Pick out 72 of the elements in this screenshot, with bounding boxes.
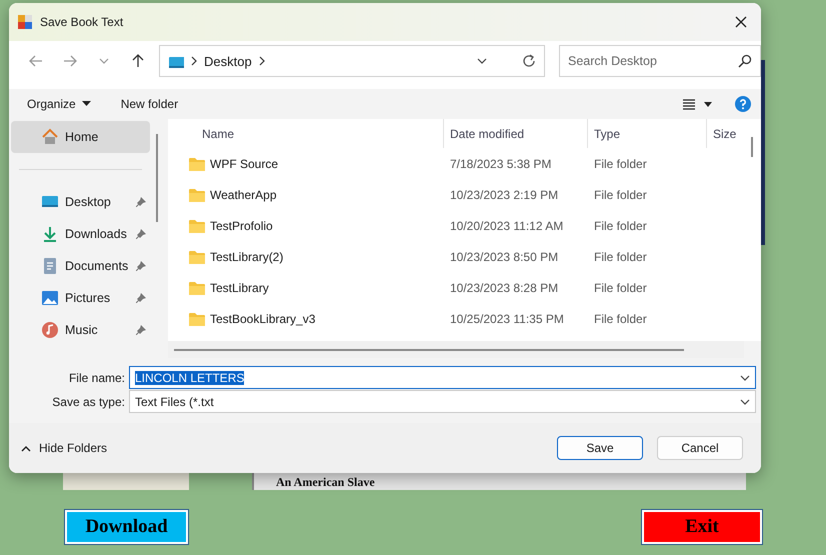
folder-icon [189,188,205,202]
search-icon [738,54,752,68]
date-modified-cell-text: 7/18/2023 5:38 PM [449,156,552,170]
column-header[interactable]: Name [168,119,444,148]
column-header[interactable]: Type [588,119,707,148]
close-icon [735,16,747,28]
column-header[interactable]: Size [707,119,744,148]
sidebar-item[interactable]: Documents [11,250,150,282]
app-icon [18,15,32,29]
back-icon[interactable] [28,53,44,69]
folder-icon [189,218,205,232]
scrollbar-thumb[interactable] [174,349,684,351]
breadcrumb[interactable]: Desktop [204,54,252,68]
address-bar[interactable]: Desktop [159,45,545,77]
file-row-name[interactable]: TestLibrary [168,280,444,294]
book-title: An American Slave [276,475,375,490]
sidebar-item[interactable]: Desktop [11,186,150,218]
picture-icon [41,289,59,307]
type-cell-text: File folder [593,188,648,202]
column-header[interactable]: Date modified [444,119,588,148]
type-cell-text: File folder [593,218,648,232]
help-icon[interactable] [735,96,751,112]
file-row-name[interactable]: TestLibrary(2) [168,250,444,264]
type-cell-text: File folder [593,250,648,264]
folder-icon [189,156,205,170]
document-icon [41,257,59,275]
date-modified-cell-text: 10/25/2023 11:35 PM [449,312,565,326]
caret-icon [82,101,91,107]
file-row-name[interactable]: TestBookLibrary_v3 [168,312,444,326]
music-note-icon [41,321,59,339]
type-cell-text: File folder [593,280,648,294]
date-modified-cell-text: 10/23/2023 8:28 PM [449,280,560,294]
refresh-icon[interactable] [522,54,536,68]
download-arrow-icon [41,225,59,243]
save-type-label: Save as type: [51,394,126,408]
save-type-dropdown[interactable]: Text Files (*.txt [129,390,756,413]
sidebar-item[interactable]: Pictures [11,282,150,314]
download-button[interactable]: Download [65,510,188,544]
view-menu-icon[interactable] [683,98,713,110]
folder-icon [189,312,205,326]
chevron-up-icon [21,444,31,452]
file-name-field[interactable]: LINCOLN LETTERS [129,366,756,389]
hide-folders-button[interactable]: Hide Folders [21,441,108,455]
file-row-name[interactable]: WPF Source [168,156,444,170]
desktop-icon [168,54,184,68]
organize-menu[interactable]: Organize [27,97,91,111]
exit-button[interactable]: Exit [642,510,762,544]
file-row-name[interactable]: WeatherApp [168,188,444,202]
new-folder-button[interactable]: New folder [120,97,178,111]
sidebar-item[interactable]: Home [11,121,150,153]
sidebar-item[interactable]: Downloads [11,218,150,250]
file-name-label: File name: [68,370,126,384]
type-cell-text: File folder [593,312,648,326]
scrollbar-thumb[interactable] [156,134,158,222]
cancel-button[interactable]: Cancel [657,436,743,460]
chevron-right-icon [258,56,266,66]
up-arrow-icon[interactable] [130,53,146,69]
scrollbar-thumb[interactable] [751,137,753,157]
folder-icon [189,250,205,264]
date-modified-cell-text: 10/23/2023 2:19 PM [449,188,560,202]
search-field[interactable]: Search Desktop [559,45,761,77]
home-icon [41,128,59,146]
forward-icon[interactable] [62,53,78,69]
type-cell-text: File folder [593,156,648,170]
sidebar-item[interactable]: Music [11,314,150,346]
folder-icon [189,280,205,294]
window-title: Save Book Text [40,15,124,29]
date-modified-cell-text: 10/20/2023 11:12 AM [449,218,564,232]
date-modified-cell-text: 10/23/2023 8:50 PM [449,250,560,264]
chevron-right-icon [190,56,198,66]
save-button[interactable]: Save [557,436,643,460]
file-row-name[interactable]: TestProfolio [168,218,444,232]
